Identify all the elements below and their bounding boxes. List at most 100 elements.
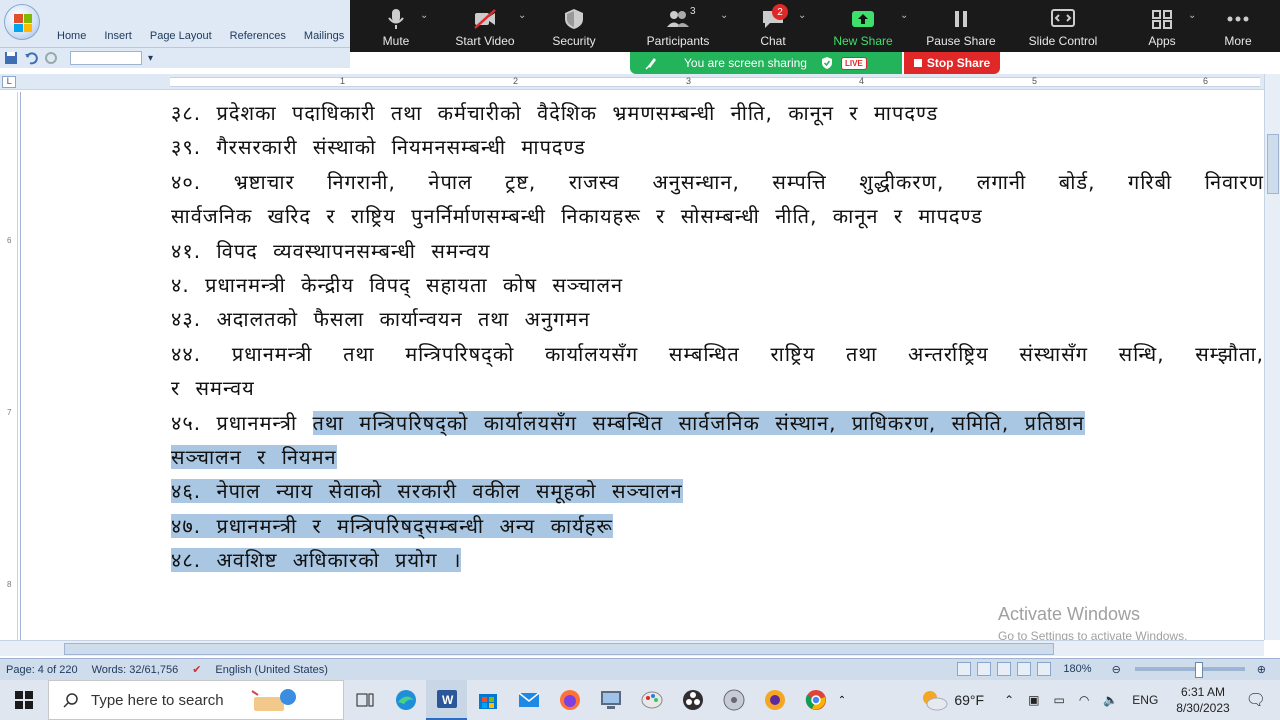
paint-app-icon[interactable] — [631, 680, 672, 720]
page-count[interactable]: Page: 4 of 220 — [6, 664, 78, 676]
wifi-icon[interactable]: ◠ — [1079, 693, 1089, 707]
volume-icon[interactable]: 🔈 — [1103, 693, 1118, 707]
participants-icon — [667, 11, 689, 27]
mute-button[interactable]: ⌄ Mute — [350, 0, 442, 52]
svg-text:W: W — [442, 693, 454, 707]
brave-browser-icon[interactable] — [754, 680, 795, 720]
chevron-down-icon[interactable]: ⌄ — [420, 10, 428, 21]
chevron-down-icon[interactable]: ⌄ — [720, 10, 728, 21]
document-text[interactable]: ३८. प्रदेशका पदाधिकारी तथा कर्मचारीको वै… — [171, 96, 1264, 577]
mail-icon[interactable] — [508, 680, 549, 720]
mute-label: Mute — [382, 34, 410, 48]
tab-mailings[interactable]: Mailings — [295, 28, 353, 44]
share-up-arrow-icon — [852, 11, 874, 27]
chat-button[interactable]: 2 ⌄ Chat — [736, 0, 810, 52]
chevron-down-icon[interactable]: ⌄ — [518, 10, 526, 21]
slide-control-button[interactable]: Slide Control — [1006, 0, 1120, 52]
horizontal-scrollbar[interactable] — [0, 640, 1264, 656]
chevron-down-icon[interactable]: ⌄ — [900, 10, 908, 21]
apps-label: Apps — [1148, 34, 1176, 48]
save-icon[interactable] — [4, 51, 18, 65]
new-share-button[interactable]: ⌄ New Share — [810, 0, 916, 52]
word-count[interactable]: Words: 32/61,756 — [92, 664, 179, 676]
ribbon-tabs: Home Insert Page Layout References Maili… — [48, 28, 353, 44]
start-button[interactable] — [0, 680, 48, 720]
activate-windows-watermark: Activate Windows Go to Settings to activ… — [998, 604, 1187, 643]
ruler-number: 3 — [686, 76, 692, 86]
pin-icon — [645, 58, 656, 70]
chrome-browser-icon[interactable] — [795, 680, 836, 720]
taskbar-search-box[interactable]: Type here to search — [48, 680, 344, 720]
print-layout-view-button[interactable] — [957, 662, 972, 676]
input-language[interactable]: ENG — [1132, 693, 1158, 707]
stop-share-label: Stop Share — [926, 56, 991, 70]
edge-browser-icon[interactable] — [385, 680, 426, 720]
office-button[interactable] — [4, 4, 40, 40]
participants-button[interactable]: 3 ⌄ Participants — [620, 0, 736, 52]
show-hidden-icons-icon[interactable]: ⌃ — [1004, 693, 1014, 707]
shield-icon — [565, 9, 583, 29]
tab-references[interactable]: References — [221, 28, 295, 44]
taskbar-scroll-icon[interactable]: ⌃ — [836, 680, 848, 720]
notification-icon[interactable]: 🗨 — [1246, 690, 1266, 710]
more-label: More — [1224, 34, 1252, 48]
windows-taskbar: Type here to search W ⌃ 69°F ⌃ ▣ ▭ ◠ 🔈 E… — [0, 680, 1280, 720]
obs-studio-icon[interactable] — [672, 680, 713, 720]
word-app-icon[interactable]: W — [426, 680, 467, 720]
start-video-label: Start Video — [455, 34, 515, 48]
web-layout-view-button[interactable] — [997, 662, 1012, 676]
full-screen-view-button[interactable] — [977, 662, 992, 676]
customize-toolbar-icon[interactable]: ▾ — [148, 53, 153, 64]
tab-home[interactable]: Home — [48, 28, 95, 44]
weather-widget[interactable]: 69°F — [920, 688, 984, 712]
text-line: ४७. प्रधानमन्त्री र मन्त्रिपरिषद्सम्बन्ध… — [171, 509, 1264, 543]
zoom-in-icon[interactable]: ⊕ — [1257, 663, 1266, 676]
text-line: र समन्वय — [171, 376, 255, 401]
tab-page-layout[interactable]: Page Layout — [141, 28, 221, 44]
zoom-out-icon[interactable]: ⊖ — [1112, 663, 1121, 676]
scroll-thumb[interactable] — [64, 643, 1054, 655]
more-button[interactable]: More — [1204, 0, 1272, 52]
chevron-down-icon[interactable]: ⌄ — [1188, 10, 1196, 21]
microsoft-store-icon[interactable] — [467, 680, 508, 720]
screen-sharing-indicator[interactable]: You are screen sharing LIVE — [630, 52, 902, 74]
screen-sharing-text: You are screen sharing — [684, 56, 807, 70]
security-button[interactable]: Security — [528, 0, 620, 52]
draft-view-button[interactable] — [1037, 662, 1052, 676]
zoom-level[interactable]: 180% — [1063, 663, 1091, 675]
text-run: ४५. प्रधानमन्त्री — [171, 410, 313, 435]
system-tray: 69°F ⌃ ▣ ▭ ◠ 🔈 ENG 6:31 AM 8/30/2023 🗨 — [920, 680, 1280, 720]
outline-view-button[interactable] — [1017, 662, 1032, 676]
remote-desktop-icon[interactable] — [590, 680, 631, 720]
scroll-thumb[interactable] — [1267, 134, 1279, 194]
vertical-ruler[interactable]: 6 7 8 — [4, 92, 18, 640]
firefox-icon[interactable] — [549, 680, 590, 720]
pause-share-button[interactable]: Pause Share — [916, 0, 1006, 52]
apps-button[interactable]: ⌄ Apps — [1120, 0, 1204, 52]
zoom-slider[interactable] — [1134, 662, 1245, 678]
language-indicator[interactable]: English (United States) — [215, 664, 328, 676]
start-video-button[interactable]: ⌄ Start Video — [442, 0, 528, 52]
ruler-number: 4 — [859, 76, 865, 86]
meet-now-icon[interactable]: ▣ — [1028, 693, 1039, 707]
tab-insert[interactable]: Insert — [95, 28, 141, 44]
stop-share-button[interactable]: Stop Share — [904, 52, 1000, 74]
style-dropdown[interactable] — [70, 51, 142, 65]
vertical-scrollbar[interactable] — [1264, 74, 1280, 640]
task-view-icon[interactable] — [344, 680, 385, 720]
text-line: ४१. विपद व्यवस्थापनसम्बन्धी समन्वय — [171, 238, 491, 263]
ruler-number: 2 — [513, 76, 519, 86]
office-logo-icon — [14, 14, 32, 32]
redo-icon[interactable] — [44, 51, 58, 65]
microphone-icon — [388, 9, 404, 29]
live-badge: LIVE — [840, 56, 867, 70]
spell-check-icon[interactable]: ✔ — [192, 663, 201, 676]
clock[interactable]: 6:31 AM 8/30/2023 — [1176, 684, 1229, 716]
chevron-down-icon[interactable]: ⌄ — [798, 10, 806, 21]
battery-icon[interactable]: ▭ — [1054, 693, 1065, 707]
horizontal-ruler[interactable]: 1 2 3 4 5 6 — [170, 76, 1260, 87]
watermark-title: Activate Windows — [998, 604, 1141, 624]
tab-selector[interactable]: L — [2, 76, 16, 88]
undo-icon[interactable] — [24, 51, 38, 65]
disc-app-icon[interactable] — [713, 680, 754, 720]
